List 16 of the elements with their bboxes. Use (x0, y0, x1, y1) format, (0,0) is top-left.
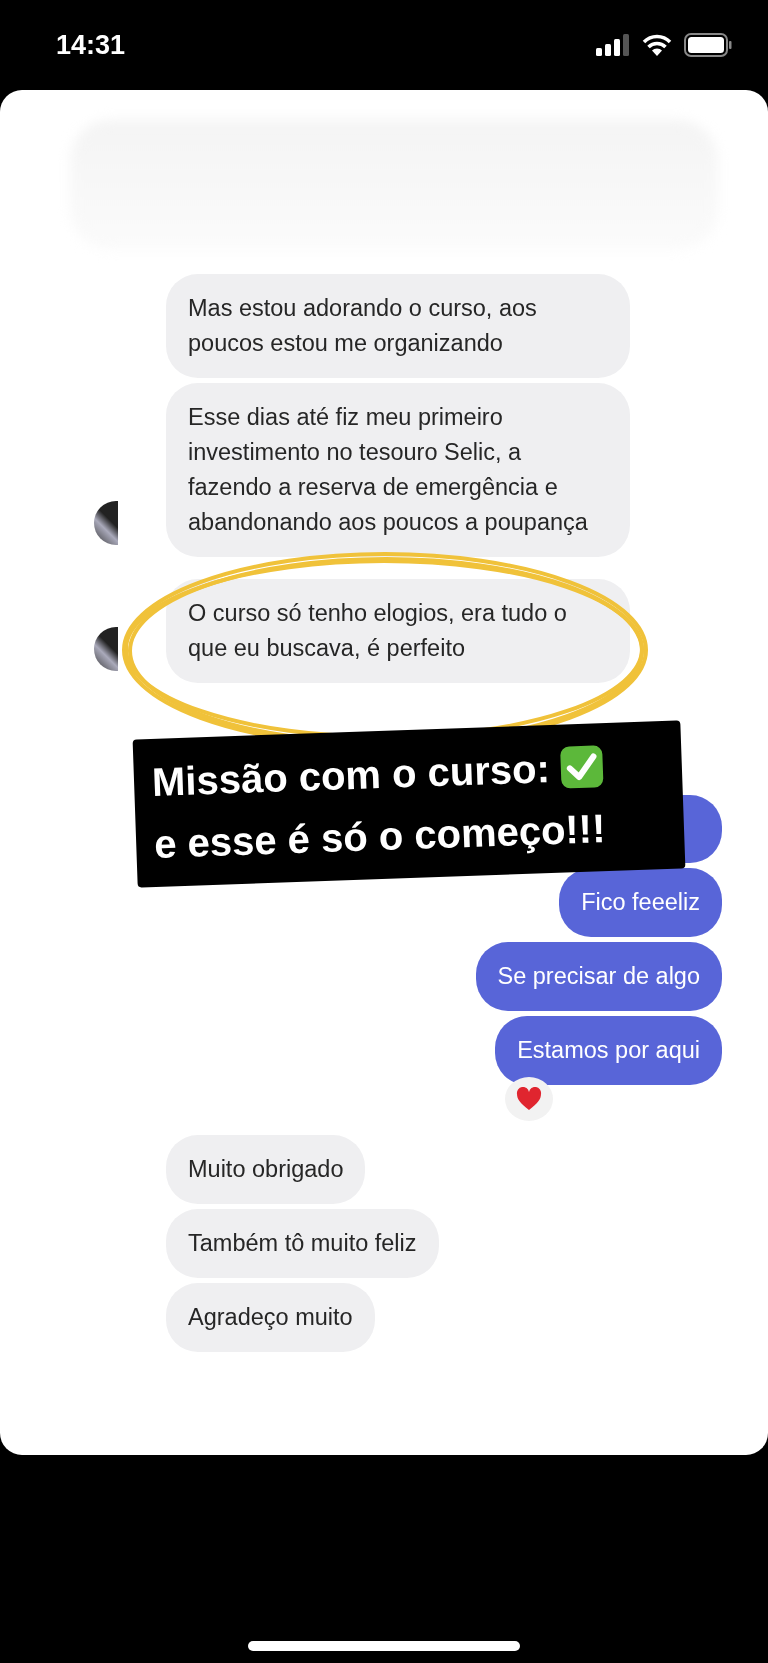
message-bubble: Esse dias até fiz meu primeiro investimento no tesouro Selic, a fazendo a reserva de emergência e abandonando aos poucos a poupança (166, 383, 630, 557)
message-bubble: Fico feeeliz (559, 868, 722, 937)
caption-text: Missão com o curso: (151, 745, 551, 806)
clock-time: 14:31 (56, 29, 126, 61)
message-bubble: Estamos por aqui (495, 1016, 722, 1085)
signal-icon (596, 34, 630, 56)
message-bubble: Muito obrigado (166, 1135, 366, 1204)
battery-icon (684, 33, 732, 57)
message-bubble: Mas estou adorando o curso, aos poucos estou me organizando (166, 274, 630, 378)
message-bubble: Agradeço muito (166, 1283, 375, 1352)
wifi-icon (642, 34, 672, 56)
message-bubble: Também tô muito feliz (166, 1209, 439, 1278)
message-bubble: Se precisar de algo (475, 942, 722, 1011)
caption-text: e esse é só o começo!!! (153, 805, 607, 868)
check-icon (558, 744, 605, 790)
message-bubble: O curso só tenho elogios, era tudo o que eu buscava, é perfeito (166, 579, 630, 683)
